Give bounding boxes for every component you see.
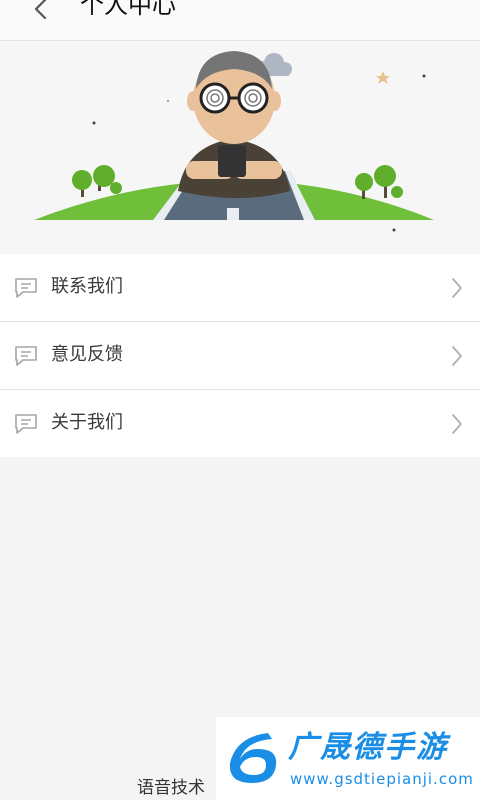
watermark-name: 广晟德手游 bbox=[288, 730, 448, 765]
menu-item-about-us[interactable]: 关于我们 bbox=[0, 390, 480, 457]
menu-list: 联系我们 意见反馈 关于我们 bbox=[0, 254, 480, 457]
menu-item-contact-us[interactable]: 联系我们 bbox=[0, 254, 480, 322]
menu-item-label: 意见反馈 bbox=[51, 344, 123, 365]
menu-item-label: 联系我们 bbox=[51, 276, 123, 297]
watermark: 广晟德手游 www.gsdtiepianji.com bbox=[216, 717, 480, 800]
menu-item-label: 关于我们 bbox=[51, 412, 123, 433]
message-icon bbox=[15, 278, 37, 298]
chevron-right-icon bbox=[452, 414, 462, 434]
profile-banner bbox=[0, 41, 480, 253]
app-header: 个人中心 bbox=[0, 0, 480, 41]
profile-illustration bbox=[34, 51, 434, 232]
watermark-url: www.gsdtiepianji.com bbox=[290, 770, 474, 788]
chevron-right-icon bbox=[452, 346, 462, 366]
back-button[interactable] bbox=[24, 0, 58, 26]
chevron-left-icon bbox=[34, 0, 47, 20]
chevron-right-icon bbox=[452, 278, 462, 298]
message-icon bbox=[15, 414, 37, 434]
message-icon bbox=[15, 346, 37, 366]
footer-text: 语音技术 bbox=[137, 778, 205, 798]
menu-item-feedback[interactable]: 意见反馈 bbox=[0, 322, 480, 390]
page-title: 个人中心 bbox=[80, 0, 176, 19]
brand-logo-icon bbox=[229, 733, 277, 783]
